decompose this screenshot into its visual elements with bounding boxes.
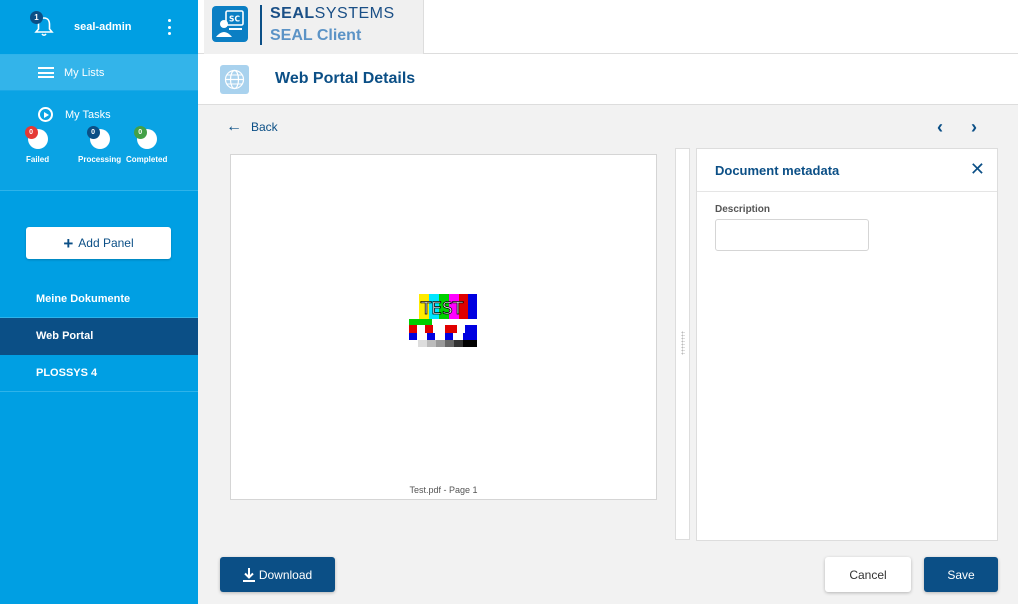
download-button[interactable]: Download — [220, 557, 335, 592]
app-header: SC SEALSYSTEMS SEAL Client — [198, 0, 1018, 54]
panel-item-plossys-4[interactable]: PLOSSYS 4 — [0, 355, 198, 392]
preview-caption: Test.pdf - Page 1 — [409, 485, 478, 495]
back-arrow-icon: ← — [226, 118, 242, 135]
page-titlebar: Web Portal Details — [198, 54, 1018, 105]
username: seal-admin — [74, 21, 132, 33]
task-stat-processing[interactable]: 0 Processing — [78, 126, 122, 164]
completed-label: Completed — [126, 155, 168, 164]
processing-pie-icon: 0 — [86, 126, 110, 149]
brand-bold: SEAL — [270, 5, 315, 22]
save-label: Save — [947, 567, 975, 582]
page-thumbnail: TEST — [409, 294, 477, 347]
brand-name: SEALSYSTEMS — [270, 5, 395, 23]
my-tasks-label: My Tasks — [65, 108, 111, 121]
my-tasks-section: My Tasks 0 Failed 0 Processing 0 Complet… — [0, 91, 198, 191]
main-content: ← Back ‹ › TEST Test.pdf - Page 1 Docume… — [198, 105, 1018, 604]
cancel-button[interactable]: Cancel — [825, 557, 911, 592]
panel-item-label: Web Portal — [36, 330, 94, 342]
description-label: Description — [715, 204, 771, 215]
metadata-panel: Document metadata ✕ Description — [696, 148, 998, 541]
download-label: Download — [258, 567, 313, 582]
cancel-label: Cancel — [849, 567, 887, 582]
failed-pie-icon: 0 — [24, 126, 48, 149]
task-stat-failed[interactable]: 0 Failed — [24, 126, 50, 164]
metadata-header: Document metadata ✕ — [697, 149, 997, 192]
metadata-title: Document metadata — [715, 162, 840, 178]
plus-icon: + — [63, 233, 74, 253]
task-stat-completed[interactable]: 0 Completed — [126, 126, 168, 164]
user-menu-kebab-icon[interactable] — [168, 19, 172, 35]
completed-check-icon: 0 — [133, 126, 157, 149]
save-button[interactable]: Save — [924, 557, 998, 592]
back-link[interactable]: ← Back — [226, 119, 278, 135]
chevron-left-icon[interactable]: ‹ — [931, 117, 949, 137]
logo-divider — [260, 5, 262, 45]
panel-item-web-portal[interactable]: Web Portal — [0, 318, 198, 355]
panel-item-label: PLOSSYS 4 — [36, 367, 98, 379]
chevron-right-icon[interactable]: › — [965, 117, 983, 137]
back-label: Back — [251, 120, 278, 134]
play-circle-icon — [38, 107, 53, 122]
notifications-bell-icon[interactable]: 1 — [30, 11, 54, 38]
my-tasks-link[interactable]: My Tasks — [38, 107, 111, 122]
add-panel-label: Add Panel — [78, 236, 134, 250]
add-panel-button[interactable]: + Add Panel — [26, 227, 171, 259]
processing-count: 0 — [86, 126, 100, 139]
page-title: Web Portal Details — [275, 70, 416, 87]
list-icon — [38, 67, 54, 78]
processing-label: Processing — [78, 155, 122, 164]
test-image-text: TEST — [420, 299, 464, 319]
globe-icon — [220, 65, 249, 94]
document-preview[interactable]: TEST Test.pdf - Page 1 — [230, 154, 657, 500]
panel-splitter[interactable] — [675, 148, 690, 540]
product-name: SEAL Client — [270, 27, 362, 44]
sidebar: 1 seal-admin My Lists My Tasks 0 Failed … — [0, 0, 198, 604]
panel-item-label: Meine Dokumente — [36, 293, 131, 305]
failed-label: Failed — [26, 155, 50, 164]
notification-count-badge: 1 — [30, 11, 43, 24]
failed-count: 0 — [24, 126, 38, 139]
my-lists-link[interactable]: My Lists — [0, 55, 198, 91]
completed-count: 0 — [133, 126, 147, 139]
brand-rest: SYSTEMS — [314, 5, 395, 22]
user-bar: 1 seal-admin — [0, 0, 198, 55]
drag-handle-icon[interactable] — [681, 331, 685, 355]
download-icon — [242, 567, 255, 582]
logo-letters: SC — [229, 15, 240, 24]
my-lists-label: My Lists — [64, 66, 105, 79]
panel-item-meine-dokumente[interactable]: Meine Dokumente — [0, 281, 198, 318]
seal-client-logo-icon: SC — [212, 6, 248, 42]
description-field[interactable] — [715, 219, 869, 251]
logo: SC SEALSYSTEMS SEAL Client — [204, 0, 424, 54]
panel-list: Meine Dokumente Web Portal PLOSSYS 4 — [0, 281, 198, 392]
close-icon[interactable]: ✕ — [970, 160, 985, 178]
